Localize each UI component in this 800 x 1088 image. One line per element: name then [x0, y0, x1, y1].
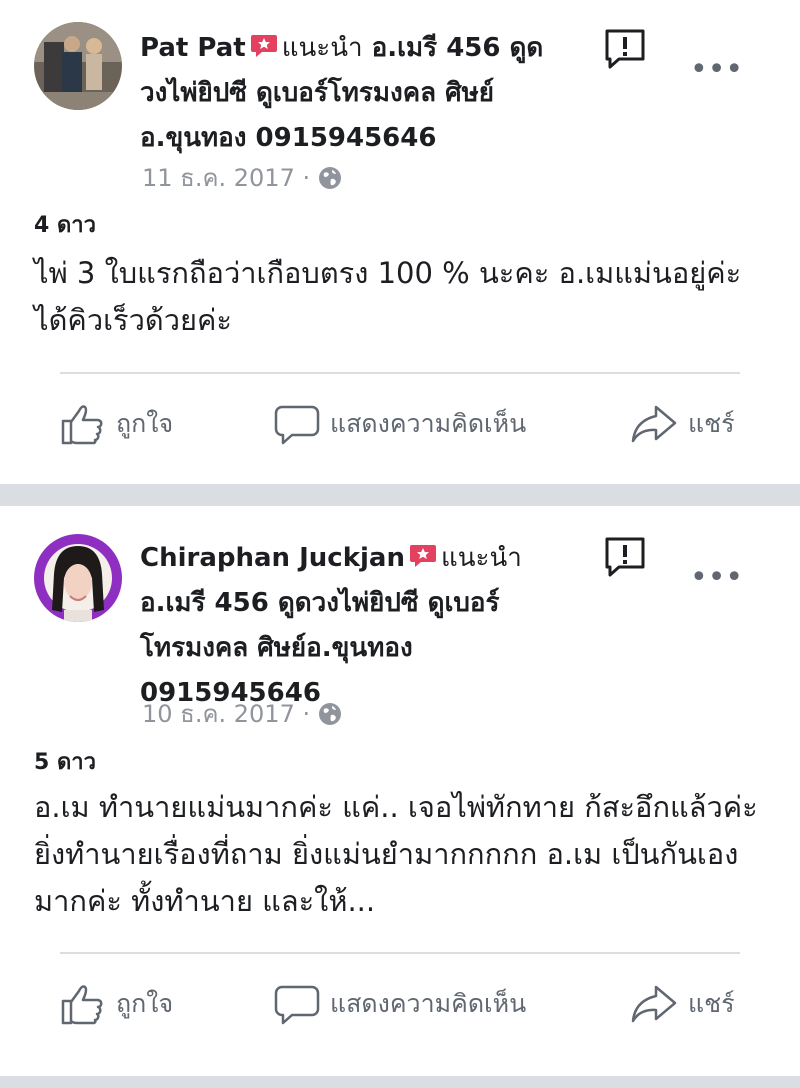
recommends-label: แนะนำ [440, 543, 522, 573]
recommends-label: แนะนำ [281, 33, 363, 63]
page-name[interactable]: อ.เมรี 456 ดูด [372, 33, 544, 63]
review-post: Pat Pat แนะนำ อ.เมรี 456 ดูด วงไพ่ยิปซี ด… [0, 0, 800, 484]
comment-icon [274, 405, 320, 445]
post-meta: 11 ธ.ค. 2017 · [142, 158, 342, 197]
review-text: อ.เม ทำนายแม่นมากค่ะ แค่.. เจอไพ่ทักทาย … [34, 790, 758, 918]
report-icon[interactable] [604, 28, 646, 70]
report-icon[interactable] [604, 536, 646, 578]
post-date[interactable]: 10 ธ.ค. 2017 · [142, 700, 310, 728]
share-icon [631, 985, 677, 1023]
comment-button[interactable]: แสดงความคิดเห็น [274, 394, 526, 454]
star-rating: 5 ดาว [34, 750, 96, 775]
star-rating: 4 ดาว [34, 213, 96, 238]
comment-icon [274, 985, 320, 1025]
feed-divider [0, 1076, 800, 1088]
divider [60, 952, 740, 954]
post-meta: 10 ธ.ค. 2017 · [142, 694, 342, 733]
comment-label: แสดงความคิดเห็น [330, 989, 527, 1018]
globe-icon [319, 167, 342, 189]
globe-icon [319, 703, 342, 725]
page-name[interactable]: อ.เมรี 456 ดูดวงไพ่ยิปซี ดูเบอร์ [140, 588, 499, 618]
author-name[interactable]: Chiraphan Juckjan [140, 543, 405, 573]
like-label: ถูกใจ [116, 409, 174, 438]
like-icon [61, 985, 103, 1025]
feed-divider [0, 484, 800, 506]
recommend-badge-icon [250, 35, 277, 57]
share-label: แชร์ [688, 989, 735, 1018]
like-label: ถูกใจ [116, 989, 174, 1018]
share-label: แชร์ [688, 409, 735, 438]
action-bar: ถูกใจ แสดงความคิดเห็น แชร์ [0, 394, 800, 454]
avatar[interactable] [34, 534, 122, 622]
action-bar: ถูกใจ แสดงความคิดเห็น แชร์ [0, 974, 800, 1034]
page-name-cont[interactable]: อ.ขุนทอง 0915945646 [140, 123, 436, 153]
post-date[interactable]: 11 ธ.ค. 2017 · [142, 164, 310, 192]
comment-button[interactable]: แสดงความคิดเห็น [274, 974, 526, 1034]
share-button[interactable]: แชร์ [630, 974, 735, 1034]
comment-label: แสดงความคิดเห็น [330, 409, 527, 438]
review-post: Chiraphan Juckjan แนะนำ อ.เมรี 456 ดูดวงไ… [0, 506, 800, 1076]
more-icon[interactable]: ••• [690, 55, 743, 85]
review-text: ไพ่ 3 ใบแรกถือว่าเกือบตรง 100 % นะคะ อ.เ… [34, 256, 742, 337]
post-header: Chiraphan Juckjan แนะนำ อ.เมรี 456 ดูดวงไ… [140, 536, 590, 716]
page-name-cont[interactable]: โทรมงคล ศิษย์อ.ขุนทอง [140, 633, 413, 663]
divider [60, 372, 740, 374]
page-name-cont[interactable]: วงไพ่ยิปซี ดูเบอร์โทรมงคล ศิษย์ [140, 78, 494, 108]
author-name[interactable]: Pat Pat [140, 33, 246, 63]
like-icon [61, 405, 103, 445]
share-button[interactable]: แชร์ [630, 394, 735, 454]
post-header: Pat Pat แนะนำ อ.เมรี 456 ดูด วงไพ่ยิปซี ด… [140, 26, 590, 161]
recommend-badge-icon [409, 545, 436, 567]
avatar[interactable] [34, 22, 122, 110]
share-icon [631, 405, 677, 443]
more-icon[interactable]: ••• [690, 563, 743, 593]
like-button[interactable]: ถูกใจ [60, 974, 173, 1034]
like-button[interactable]: ถูกใจ [60, 394, 173, 454]
